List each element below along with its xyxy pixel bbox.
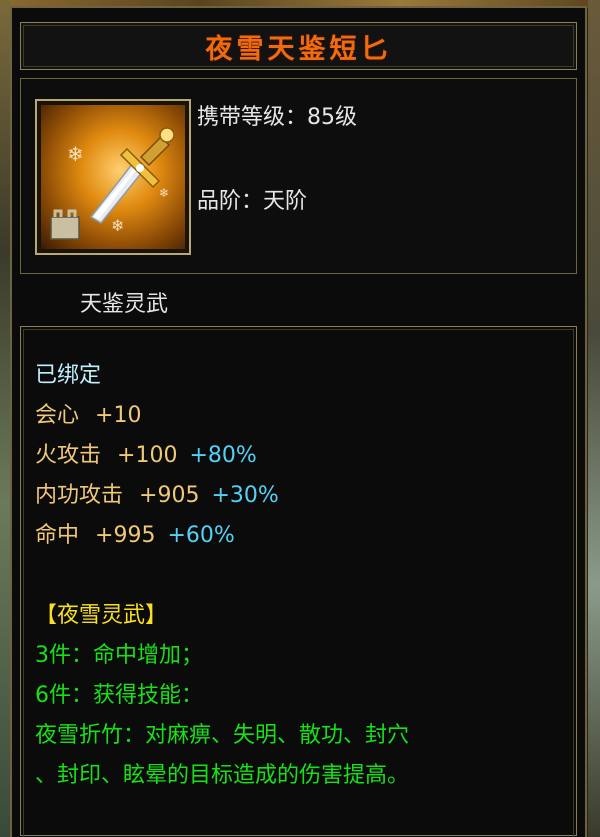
set-bonus-3: 3件：命中增加； (35, 643, 203, 668)
grade-label: 品阶：天阶 (197, 189, 308, 214)
stat-name: 火攻击 (35, 443, 102, 468)
stat-percent: +60% (167, 523, 235, 548)
stat-percent: +80% (189, 443, 257, 468)
item-title-bar: 夜雪天鉴短匕 (20, 22, 577, 70)
set-title: 【夜雪灵武】 (35, 603, 168, 628)
stat-value: +995 (95, 523, 156, 548)
item-name: 夜雪天鉴短匕 (205, 33, 392, 65)
stat-name: 会心 (35, 403, 80, 428)
stat-value: +100 (117, 443, 178, 468)
stat-row: 内功攻击 +905 +30% (35, 477, 279, 509)
set-skill-line-1: 夜雪折竹：对麻痹、失明、散功、封穴 (35, 723, 410, 748)
stat-name: 命中 (35, 523, 80, 548)
stat-value: +10 (95, 403, 142, 428)
svg-text:❄: ❄ (159, 186, 169, 200)
series-row: 天鉴灵武 (12, 280, 585, 322)
background-scene-right (588, 0, 600, 837)
item-info-box: ❄ ❄ ❄ 携带等级：85级 品阶：天阶 (20, 78, 577, 274)
svg-text:❄: ❄ (67, 142, 84, 166)
set-skill-line-2: 、封印、眩晕的目标造成的伤害提高。 (35, 763, 410, 788)
svg-text:❄: ❄ (111, 216, 124, 235)
stat-row: 火攻击 +100 +80% (35, 437, 257, 469)
stat-name: 内功攻击 (35, 483, 124, 508)
stat-percent: +30% (211, 483, 279, 508)
stat-row: 会心 +10 (35, 397, 141, 429)
dagger-icon: ❄ ❄ ❄ (41, 105, 185, 249)
item-icon-frame: ❄ ❄ ❄ (35, 99, 191, 255)
stat-value: +905 (139, 483, 200, 508)
item-tooltip-panel: 夜雪天鉴短匕 ❄ ❄ ❄ 携带等级：85级 品阶：天阶 天鉴灵武 已绑定 会心 … (10, 6, 587, 837)
carry-level-label: 携带等级：85级 (197, 105, 357, 130)
bound-status: 已绑定 (35, 363, 102, 388)
series-label: 天鉴灵武 (80, 292, 169, 317)
attribute-box: 已绑定 会心 +10 火攻击 +100 +80% 内功攻击 +905 +30% 命中 +99… (20, 326, 577, 837)
set-bonus-6: 6件：获得技能： (35, 683, 203, 708)
background-scene-left (0, 0, 10, 837)
stat-row: 命中 +995 +60% (35, 517, 235, 549)
